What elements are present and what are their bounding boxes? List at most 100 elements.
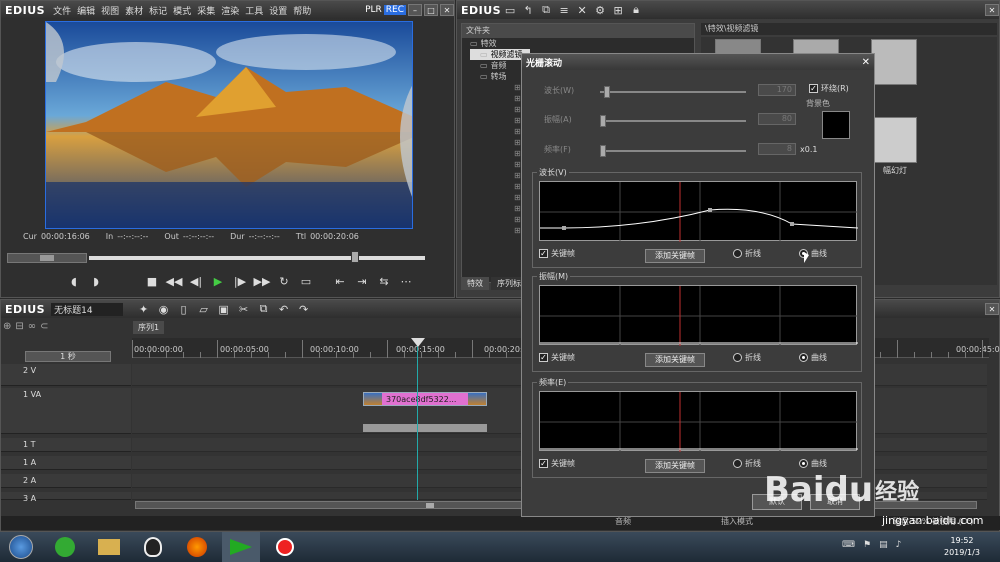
link-icon[interactable]: ∞ (28, 321, 36, 335)
stop-icon[interactable]: ■ (143, 273, 161, 289)
sync-icon[interactable]: ⊂ (40, 321, 48, 335)
up-icon[interactable]: ↰ (519, 2, 537, 18)
effects-close-button[interactable]: ✕ (985, 4, 999, 16)
snap-icon[interactable]: ⊟ (15, 321, 23, 335)
volume-icon[interactable]: ♪ (896, 540, 902, 550)
properties-icon[interactable]: ⚙ (591, 2, 609, 18)
amplitude-slider[interactable] (600, 115, 746, 127)
keyframe-checkbox[interactable]: ✓ 关键帧 (539, 248, 575, 259)
taskbar-explorer-icon[interactable] (90, 532, 128, 562)
wavelength-slider[interactable] (600, 86, 746, 98)
curve-radio[interactable]: 曲线 (799, 458, 827, 469)
new-sequence-icon[interactable]: ✦ (135, 301, 153, 317)
maximize-button[interactable]: □ (424, 4, 438, 16)
taskbar-refresh-icon[interactable] (46, 532, 84, 562)
overwrite-icon[interactable]: ⇥ (353, 273, 371, 289)
taskbar-edius-icon[interactable] (222, 532, 260, 562)
step-forward-icon[interactable]: |▶ (231, 273, 249, 289)
taskbar-record-icon[interactable] (266, 532, 304, 562)
cut-icon[interactable]: ✂ (235, 301, 253, 317)
undo-icon[interactable]: ↶ (275, 301, 293, 317)
keyframe-graph[interactable] (539, 391, 858, 452)
playhead-line[interactable] (417, 340, 418, 500)
track-header[interactable]: 2 A (1, 474, 131, 488)
linear-radio[interactable]: 折线 (733, 352, 761, 363)
fast-forward-icon[interactable]: ▶▶ (253, 273, 271, 289)
frequency-input[interactable]: 8 (758, 143, 796, 155)
output-icon[interactable]: ▭ (297, 273, 315, 289)
rec-label[interactable]: REC (383, 5, 406, 15)
menu-item-5[interactable]: 模式 (173, 4, 191, 17)
menu-item-4[interactable]: 标记 (149, 4, 167, 17)
track-header[interactable]: 3 A (1, 492, 131, 503)
keyframe-graph[interactable] (539, 285, 858, 346)
amplitude-input[interactable]: 80 (758, 113, 796, 125)
timeline-close-button[interactable]: ✕ (985, 303, 999, 315)
keyframe-graph[interactable] (539, 181, 859, 242)
frequency-slider[interactable] (600, 145, 746, 157)
fx-thumb[interactable] (871, 117, 917, 163)
clip[interactable]: 370ace8df5322... (363, 392, 487, 406)
seq-tab[interactable]: 序列1 (133, 321, 165, 334)
new-icon[interactable]: ▯ (175, 301, 193, 317)
clock[interactable]: 19:52 2019/1/3 (944, 535, 980, 559)
bg-color-swatch[interactable] (822, 111, 850, 139)
wavelength-input[interactable]: 170 (758, 84, 796, 96)
curve-radio[interactable]: 曲线 (799, 352, 827, 363)
playhead-marker-icon[interactable] (411, 338, 425, 347)
shuttle-slider[interactable] (7, 253, 87, 263)
keyframe-checkbox[interactable]: ✓ 关键帧 (539, 458, 575, 469)
redo-icon[interactable]: ↷ (295, 301, 313, 317)
mark-out-icon[interactable]: ◗ (87, 273, 105, 289)
fx-thumb[interactable] (871, 39, 917, 85)
step-back-icon[interactable]: ◀| (187, 273, 205, 289)
add-keyframe-button[interactable]: 添加关键帧 (645, 353, 705, 367)
close-button[interactable]: ✕ (440, 4, 454, 16)
audio-clip-bar[interactable] (363, 424, 487, 432)
menu-item-0[interactable]: 文件 (53, 4, 71, 17)
plr-label[interactable]: PLR (365, 5, 382, 15)
rewind-icon[interactable]: ◀◀ (165, 273, 183, 289)
linear-radio[interactable]: 折线 (733, 248, 761, 259)
align-icon[interactable]: ≡ (555, 2, 573, 18)
folder-icon[interactable]: ▭ (501, 2, 519, 18)
menu-item-9[interactable]: 设置 (269, 4, 287, 17)
loop-checkbox[interactable]: ✓ 环绕(R) (809, 83, 849, 94)
network-icon[interactable]: ▤ (879, 540, 888, 550)
track-header[interactable]: 1 A (1, 456, 131, 470)
camera-icon[interactable]: ◉ (155, 301, 173, 317)
timescale-select[interactable]: 1 秒 (25, 351, 111, 362)
menu-item-2[interactable]: 视图 (101, 4, 119, 17)
taskbar-qq-icon[interactable] (134, 532, 172, 562)
mark-in-icon[interactable]: ◖ (65, 273, 83, 289)
play-icon[interactable]: ▶ (209, 273, 227, 289)
minimize-button[interactable]: – (408, 4, 422, 16)
open-icon[interactable]: ▱ (195, 301, 213, 317)
menu-item-10[interactable]: 帮助 (293, 4, 311, 17)
flag-icon[interactable]: ⚑ (863, 540, 871, 550)
more-icon[interactable]: ⋯ (397, 273, 415, 289)
view-icon[interactable]: ⊞ (609, 2, 627, 18)
start-button[interactable] (2, 532, 40, 562)
taskbar-firefox-icon[interactable] (178, 532, 216, 562)
track-header[interactable]: 1 T (1, 438, 131, 452)
position-slider[interactable] (89, 251, 425, 263)
tree-item[interactable]: ▭ 特效 (470, 38, 694, 49)
lock-icon[interactable]: 🔒︎ (627, 2, 645, 18)
menu-item-7[interactable]: 渲染 (221, 4, 239, 17)
menu-item-6[interactable]: 采集 (197, 4, 215, 17)
menu-item-3[interactable]: 素材 (125, 4, 143, 17)
save-icon[interactable]: ▣ (215, 301, 233, 317)
add-keyframe-button[interactable]: 添加关键帧 (645, 249, 705, 263)
linear-radio[interactable]: 折线 (733, 458, 761, 469)
keyframe-checkbox[interactable]: ✓ 关键帧 (539, 352, 575, 363)
replace-icon[interactable]: ⇆ (375, 273, 393, 289)
paste-icon[interactable]: ⧉ (255, 301, 273, 317)
keyboard-icon[interactable]: ⌨ (842, 540, 855, 550)
menu-item-8[interactable]: 工具 (245, 4, 263, 17)
tab-effects[interactable]: 特效 (461, 277, 489, 290)
menu-item-1[interactable]: 编辑 (77, 4, 95, 17)
delete-icon[interactable]: ✕ (573, 2, 591, 18)
copy-icon[interactable]: ⧉ (537, 2, 555, 18)
track-header[interactable]: 1 VA (1, 388, 131, 434)
